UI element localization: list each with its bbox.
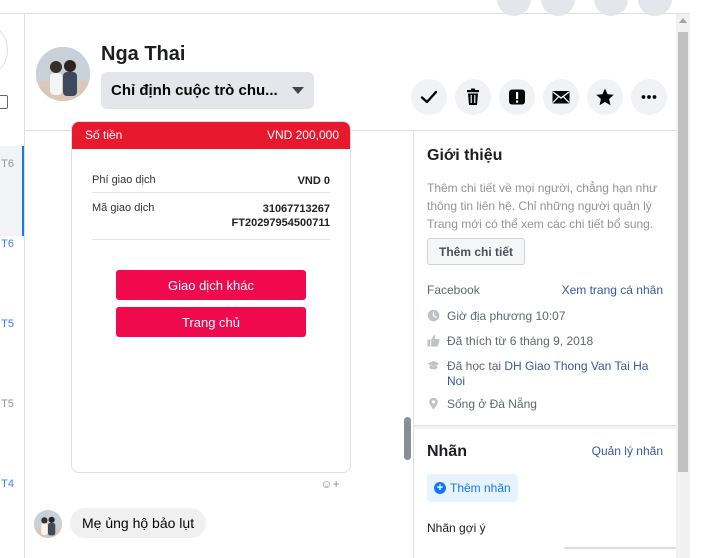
star-icon (596, 88, 614, 106)
assign-label: Chỉ định cuộc trò chu... (111, 82, 278, 99)
conversation-day: T6 (1, 158, 14, 170)
contact-name: Nga Thai (101, 43, 186, 65)
message-bubble[interactable]: Mẹ ủng hộ bảo lụt (70, 508, 207, 538)
conversation-day: T5 (1, 398, 14, 410)
avatar[interactable] (36, 47, 90, 101)
divider (564, 547, 676, 549)
transfer-receipt-image[interactable]: Số tiền VND 200,000 Phí giao dịch VND 0 … (71, 121, 351, 473)
add-reaction-icon[interactable]: ☺+ (316, 475, 344, 493)
education-row: Đã học tại DH Giao Thong Van Tai Ha Noi (427, 359, 667, 389)
view-profile-link[interactable]: Xem trang cá nhân (562, 283, 663, 297)
envelope-icon (552, 91, 570, 104)
conversation-day: T4 (1, 478, 14, 490)
profile-photo (34, 510, 62, 538)
more-icon (641, 95, 657, 99)
amount-value: VND 200,000 (266, 128, 339, 142)
education-text: Đã học tại DH Giao Thong Van Tai Ha Noi (427, 359, 667, 389)
conversation-actions (411, 79, 667, 115)
assign-conversation-dropdown[interactable]: Chỉ định cuộc trò chu... (101, 72, 314, 109)
divider (92, 239, 330, 240)
caret-down-icon (292, 87, 304, 94)
local-time-row: Giờ địa phương 10:07 (427, 309, 667, 324)
conversation-day: T5 (1, 318, 14, 330)
fee-value: VND 0 (297, 175, 330, 187)
transaction-code-line-2: FT20297954500711 (231, 217, 330, 229)
amount-label: Số tiền (85, 128, 123, 142)
top-bar (0, 0, 690, 16)
graduation-cap-icon (427, 360, 440, 370)
labels-title: Nhãn (427, 443, 467, 460)
transaction-code-label: Mã giao dịch (92, 202, 155, 214)
suggested-labels-heading: Nhãn gợi ý (427, 521, 486, 535)
add-details-button[interactable]: Thêm chi tiết (427, 238, 526, 265)
location-pin-icon (429, 397, 438, 410)
facebook-label: Facebook (427, 283, 480, 297)
plus-icon: + (434, 482, 446, 494)
avatar[interactable] (34, 510, 62, 538)
lives-in-text: Sống ở Đà Nẵng (447, 397, 537, 411)
receipt-amount-bar: Số tiền VND 200,000 (72, 122, 350, 149)
profile-photo (36, 47, 90, 101)
add-label-button[interactable]: + Thêm nhãn (427, 474, 518, 502)
conversation-day: T6 (1, 238, 14, 250)
fee-label: Phí giao dịch (92, 174, 156, 186)
transaction-code-value: 31067713267 FT20297954500711 (232, 202, 330, 230)
contact-info-panel: Giới thiệu Thêm chi tiết về mọi người, c… (414, 131, 676, 558)
search-field-edge[interactable] (0, 28, 8, 72)
conversation-list: T6 T6 T5 T5 T4 (0, 14, 25, 558)
scroll-up-icon[interactable] (679, 18, 687, 23)
liked-since-row: Đã thích từ 6 tháng 9, 2018 (427, 334, 667, 349)
messenger-inbox: T6 T6 T5 T5 T4 Nga Thai Chỉ định cuộc tr… (0, 0, 709, 558)
scrollbar-thumb[interactable] (678, 32, 688, 472)
section-divider (414, 425, 676, 429)
liked-since-text: Đã thích từ 6 tháng 9, 2018 (447, 334, 594, 348)
trash-icon (467, 88, 479, 105)
local-time-text: Giờ địa phương 10:07 (447, 309, 566, 323)
more-button[interactable] (631, 79, 667, 115)
add-label-text: Thêm nhãn (450, 481, 511, 495)
report-button[interactable] (499, 79, 535, 115)
about-description: Thêm chi tiết về mọi người, chẳng hạn nh… (427, 181, 658, 231)
alert-icon (509, 89, 525, 105)
clock-icon (427, 309, 440, 322)
delete-button[interactable] (455, 79, 491, 115)
manage-labels-link[interactable]: Quản lý nhãn (592, 444, 663, 458)
check-icon (420, 90, 438, 104)
home-button: Trang chủ (116, 307, 306, 337)
thumbs-up-icon (427, 334, 440, 347)
message-thread: Số tiền VND 200,000 Phí giao dịch VND 0 … (25, 121, 414, 558)
star-button[interactable] (587, 79, 623, 115)
chat-scrollbar[interactable] (404, 417, 411, 460)
education-prefix: Đã học tại (447, 359, 505, 373)
mark-done-button[interactable] (411, 79, 447, 115)
select-checkbox[interactable] (0, 95, 8, 109)
transaction-code-line-1: 31067713267 (262, 203, 330, 215)
mark-unread-button[interactable] (543, 79, 579, 115)
other-transaction-button: Giao dịch khác (116, 270, 306, 300)
page-scrollbar[interactable] (676, 14, 690, 558)
lives-in-row: Sống ở Đà Nẵng (427, 397, 667, 412)
divider (92, 192, 330, 193)
conversation-header: Nga Thai Chỉ định cuộc trò chu... (25, 14, 676, 131)
window-edge (690, 0, 709, 558)
about-title: Giới thiệu (427, 147, 503, 164)
